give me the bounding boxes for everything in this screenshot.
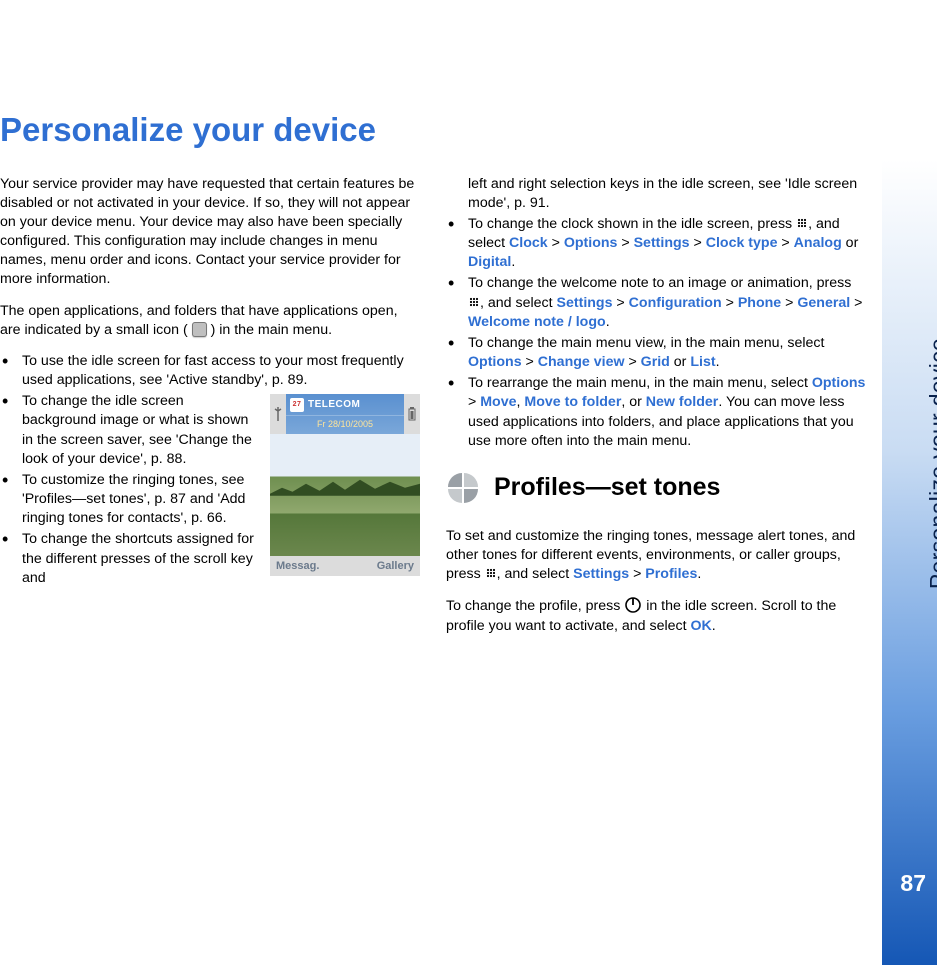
link-clock-type: Clock type: [706, 235, 778, 251]
change-pre: To change the profile, press: [446, 598, 624, 614]
menu-key-icon: [485, 567, 497, 579]
bullet-idle-bg: To change the idle screen background ima…: [22, 393, 252, 467]
link-move: Move: [480, 394, 516, 410]
link-profiles: Profiles: [645, 566, 697, 582]
intro-paragraph: Your service provider may have requested…: [0, 175, 420, 290]
carrier-label: TELECOM: [308, 398, 360, 412]
side-tab-label: Personalize your device: [923, 338, 937, 589]
link-digital: Digital: [468, 254, 511, 270]
list-item: To rearrange the main menu, in the main …: [446, 374, 866, 451]
sep: , or: [621, 394, 645, 410]
statusbar-date: Fr 28/10/2005: [286, 415, 404, 433]
signal-icon: [270, 394, 286, 434]
calendar-icon: 27: [290, 398, 304, 412]
link-ok: OK: [690, 618, 711, 634]
list-item: To change the main menu view, in the mai…: [446, 334, 866, 372]
open-apps-text-b: ) in the main menu.: [211, 322, 332, 338]
battery-icon: [404, 394, 420, 434]
link-new-folder: New folder: [646, 394, 719, 410]
sep: >: [690, 235, 706, 251]
link-options: Options: [468, 354, 522, 370]
menu-key-icon: [468, 296, 480, 308]
link-grid: Grid: [641, 354, 670, 370]
list-item: To change the shortcuts assigned for the…: [0, 530, 420, 588]
sep: >: [777, 235, 793, 251]
link-move-to-folder: Move to folder: [524, 394, 621, 410]
sep: or: [670, 354, 691, 370]
link-analog: Analog: [794, 235, 842, 251]
rearr-pre: To rearrange the main menu, in the main …: [468, 375, 812, 391]
sep: >: [629, 566, 645, 582]
link-list: List: [690, 354, 715, 370]
open-app-icon: [192, 322, 207, 337]
sep: >: [468, 394, 480, 410]
link-phone: Phone: [738, 295, 781, 311]
sep: >: [850, 295, 862, 311]
link-configuration: Configuration: [629, 295, 722, 311]
page-number: 87: [900, 868, 926, 899]
left-bullet-list: To use the idle screen for fast access t…: [0, 352, 420, 588]
sep: >: [781, 295, 797, 311]
section-title-profiles: Profiles—set tones: [494, 471, 720, 505]
sep: >: [522, 354, 538, 370]
link-options: Options: [812, 375, 866, 391]
menu-key-icon: [796, 217, 808, 229]
continuation-line: left and right selection keys in the idl…: [446, 175, 866, 213]
right-column: left and right selection keys in the idl…: [446, 175, 866, 648]
link-clock: Clock: [509, 235, 548, 251]
list-item: 27 TELECOM Fr 28/10/2005: [0, 392, 420, 469]
link-general: General: [797, 295, 850, 311]
right-bullet-list: To change the clock shown in the idle sc…: [446, 215, 866, 451]
welcome-pre: To change the welcome note to an image o…: [468, 275, 851, 291]
left-column: Your service provider may have requested…: [0, 175, 420, 648]
sep: >: [612, 295, 628, 311]
profiles-icon: [446, 471, 480, 505]
list-item: To customize the ringing tones, see 'Pro…: [0, 471, 420, 529]
list-item: To change the welcome note to an image o…: [446, 274, 866, 332]
clock-pre: To change the clock shown in the idle sc…: [468, 216, 796, 232]
change-profile-paragraph: To change the profile, press in the idle…: [446, 596, 866, 635]
link-welcome-note: Welcome note / logo: [468, 314, 606, 330]
open-apps-paragraph: The open applications, and folders that …: [0, 302, 420, 340]
link-settings: Settings: [573, 566, 629, 582]
link-settings: Settings: [557, 295, 613, 311]
profiles-paragraph: To set and customize the ringing tones, …: [446, 527, 866, 585]
tones-post: , and select: [497, 566, 574, 582]
link-options: Options: [564, 235, 618, 251]
sep: >: [625, 354, 641, 370]
sep: >: [722, 295, 738, 311]
power-key-icon: [624, 596, 642, 614]
welcome-post: , and select: [480, 295, 557, 311]
link-settings: Settings: [634, 235, 690, 251]
sep: or: [842, 235, 859, 251]
page-title: Personalize your device: [0, 108, 868, 153]
view-pre: To change the main menu view, in the mai…: [468, 335, 824, 351]
sep: >: [548, 235, 564, 251]
list-item: To use the idle screen for fast access t…: [0, 352, 420, 390]
sep: >: [617, 235, 633, 251]
list-item: To change the clock shown in the idle sc…: [446, 215, 866, 273]
link-change-view: Change view: [538, 354, 625, 370]
